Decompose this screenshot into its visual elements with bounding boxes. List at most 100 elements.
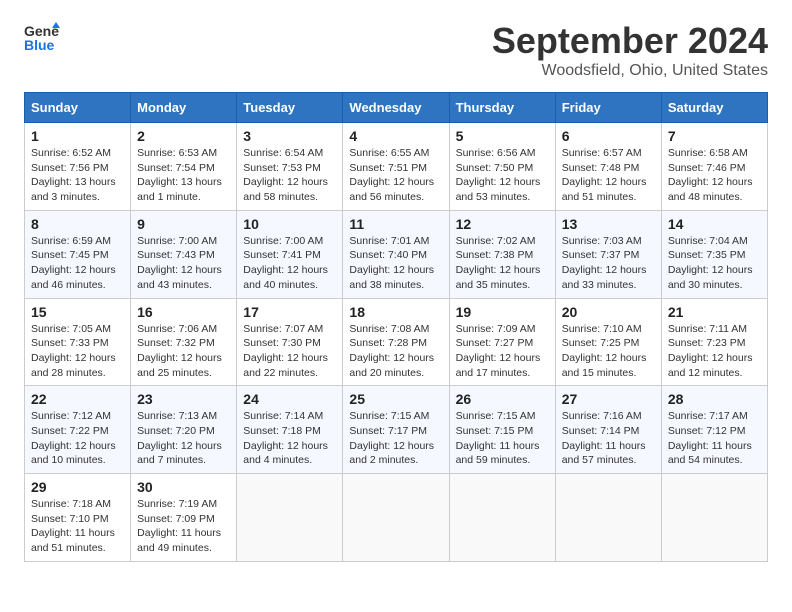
day-number: 8 <box>31 216 124 232</box>
page-header: General Blue September 2024 Woodsfield, … <box>24 20 768 80</box>
day-number: 27 <box>562 391 655 407</box>
logo-icon: General Blue <box>24 20 60 56</box>
day-number: 23 <box>137 391 230 407</box>
calendar-cell: 10 Sunrise: 7:00 AM Sunset: 7:41 PM Dayli… <box>237 210 343 298</box>
calendar-table: SundayMondayTuesdayWednesdayThursdayFrid… <box>24 92 768 562</box>
day-info: Sunrise: 7:00 AM Sunset: 7:41 PM Dayligh… <box>243 234 336 293</box>
day-info: Sunrise: 7:08 AM Sunset: 7:28 PM Dayligh… <box>349 322 442 381</box>
day-number: 3 <box>243 128 336 144</box>
day-info: Sunrise: 6:52 AM Sunset: 7:56 PM Dayligh… <box>31 146 124 205</box>
calendar-cell: 4 Sunrise: 6:55 AM Sunset: 7:51 PM Daylig… <box>343 123 449 211</box>
day-info: Sunrise: 6:57 AM Sunset: 7:48 PM Dayligh… <box>562 146 655 205</box>
day-number: 19 <box>456 304 549 320</box>
day-number: 21 <box>668 304 761 320</box>
day-number: 9 <box>137 216 230 232</box>
calendar-cell: 25Sunrise: 7:15 AM Sunset: 7:17 PM Dayli… <box>343 386 449 474</box>
column-header-sunday: Sunday <box>25 93 131 123</box>
calendar-body: 1 Sunrise: 6:52 AM Sunset: 7:56 PM Daylig… <box>25 123 768 562</box>
location-title: Woodsfield, Ohio, United States <box>492 62 768 80</box>
calendar-cell: 20Sunrise: 7:10 AM Sunset: 7:25 PM Dayli… <box>555 298 661 386</box>
calendar-cell: 15 Sunrise: 7:05 AM Sunset: 7:33 PM Dayli… <box>25 298 131 386</box>
day-number: 18 <box>349 304 442 320</box>
month-title: September 2024 <box>492 20 768 62</box>
day-number: 4 <box>349 128 442 144</box>
day-info: Sunrise: 7:14 AM Sunset: 7:18 PM Dayligh… <box>243 409 336 468</box>
calendar-cell: 16 Sunrise: 7:06 AM Sunset: 7:32 PM Dayli… <box>131 298 237 386</box>
calendar-cell: 14 Sunrise: 7:04 AM Sunset: 7:35 PM Dayli… <box>661 210 767 298</box>
day-info: Sunrise: 6:54 AM Sunset: 7:53 PM Dayligh… <box>243 146 336 205</box>
column-header-tuesday: Tuesday <box>237 93 343 123</box>
calendar-cell <box>237 474 343 562</box>
day-number: 22 <box>31 391 124 407</box>
day-number: 2 <box>137 128 230 144</box>
day-info: Sunrise: 7:11 AM Sunset: 7:23 PM Dayligh… <box>668 322 761 381</box>
day-number: 10 <box>243 216 336 232</box>
day-info: Sunrise: 7:15 AM Sunset: 7:15 PM Dayligh… <box>456 409 549 468</box>
day-number: 1 <box>31 128 124 144</box>
day-info: Sunrise: 7:18 AM Sunset: 7:10 PM Dayligh… <box>31 497 124 556</box>
day-number: 14 <box>668 216 761 232</box>
day-info: Sunrise: 6:59 AM Sunset: 7:45 PM Dayligh… <box>31 234 124 293</box>
calendar-cell: 6 Sunrise: 6:57 AM Sunset: 7:48 PM Daylig… <box>555 123 661 211</box>
column-header-wednesday: Wednesday <box>343 93 449 123</box>
calendar-cell: 29 Sunrise: 7:18 AM Sunset: 7:10 PM Dayli… <box>25 474 131 562</box>
calendar-week-row: 1 Sunrise: 6:52 AM Sunset: 7:56 PM Daylig… <box>25 123 768 211</box>
day-info: Sunrise: 6:58 AM Sunset: 7:46 PM Dayligh… <box>668 146 761 205</box>
day-info: Sunrise: 6:53 AM Sunset: 7:54 PM Dayligh… <box>137 146 230 205</box>
day-number: 24 <box>243 391 336 407</box>
calendar-week-row: 15 Sunrise: 7:05 AM Sunset: 7:33 PM Dayli… <box>25 298 768 386</box>
day-info: Sunrise: 7:12 AM Sunset: 7:22 PM Dayligh… <box>31 409 124 468</box>
day-number: 11 <box>349 216 442 232</box>
day-info: Sunrise: 7:00 AM Sunset: 7:43 PM Dayligh… <box>137 234 230 293</box>
calendar-cell: 3 Sunrise: 6:54 AM Sunset: 7:53 PM Daylig… <box>237 123 343 211</box>
day-number: 30 <box>137 479 230 495</box>
day-number: 26 <box>456 391 549 407</box>
day-number: 20 <box>562 304 655 320</box>
day-info: Sunrise: 7:05 AM Sunset: 7:33 PM Dayligh… <box>31 322 124 381</box>
calendar-header-row: SundayMondayTuesdayWednesdayThursdayFrid… <box>25 93 768 123</box>
title-area: September 2024 Woodsfield, Ohio, United … <box>492 20 768 80</box>
calendar-cell <box>661 474 767 562</box>
calendar-cell: 30 Sunrise: 7:19 AM Sunset: 7:09 PM Dayli… <box>131 474 237 562</box>
calendar-cell: 18 Sunrise: 7:08 AM Sunset: 7:28 PM Dayli… <box>343 298 449 386</box>
calendar-cell: 11 Sunrise: 7:01 AM Sunset: 7:40 PM Dayli… <box>343 210 449 298</box>
day-info: Sunrise: 7:15 AM Sunset: 7:17 PM Dayligh… <box>349 409 442 468</box>
day-info: Sunrise: 7:07 AM Sunset: 7:30 PM Dayligh… <box>243 322 336 381</box>
calendar-cell: 26 Sunrise: 7:15 AM Sunset: 7:15 PM Dayli… <box>449 386 555 474</box>
day-number: 15 <box>31 304 124 320</box>
day-info: Sunrise: 7:13 AM Sunset: 7:20 PM Dayligh… <box>137 409 230 468</box>
calendar-cell: 1 Sunrise: 6:52 AM Sunset: 7:56 PM Daylig… <box>25 123 131 211</box>
day-info: Sunrise: 7:03 AM Sunset: 7:37 PM Dayligh… <box>562 234 655 293</box>
column-header-friday: Friday <box>555 93 661 123</box>
day-info: Sunrise: 7:19 AM Sunset: 7:09 PM Dayligh… <box>137 497 230 556</box>
day-info: Sunrise: 7:01 AM Sunset: 7:40 PM Dayligh… <box>349 234 442 293</box>
day-info: Sunrise: 7:16 AM Sunset: 7:14 PM Dayligh… <box>562 409 655 468</box>
calendar-cell: 23 Sunrise: 7:13 AM Sunset: 7:20 PM Dayli… <box>131 386 237 474</box>
column-header-monday: Monday <box>131 93 237 123</box>
logo: General Blue <box>24 20 60 56</box>
calendar-week-row: 8 Sunrise: 6:59 AM Sunset: 7:45 PM Daylig… <box>25 210 768 298</box>
day-number: 5 <box>456 128 549 144</box>
calendar-cell: 27 Sunrise: 7:16 AM Sunset: 7:14 PM Dayli… <box>555 386 661 474</box>
day-number: 29 <box>31 479 124 495</box>
day-info: Sunrise: 7:09 AM Sunset: 7:27 PM Dayligh… <box>456 322 549 381</box>
day-info: Sunrise: 7:06 AM Sunset: 7:32 PM Dayligh… <box>137 322 230 381</box>
calendar-cell: 12 Sunrise: 7:02 AM Sunset: 7:38 PM Dayli… <box>449 210 555 298</box>
day-number: 6 <box>562 128 655 144</box>
calendar-cell: 7Sunrise: 6:58 AM Sunset: 7:46 PM Daylig… <box>661 123 767 211</box>
calendar-cell: 17Sunrise: 7:07 AM Sunset: 7:30 PM Dayli… <box>237 298 343 386</box>
day-info: Sunrise: 7:04 AM Sunset: 7:35 PM Dayligh… <box>668 234 761 293</box>
calendar-cell <box>449 474 555 562</box>
calendar-cell: 28Sunrise: 7:17 AM Sunset: 7:12 PM Dayli… <box>661 386 767 474</box>
calendar-cell: 5Sunrise: 6:56 AM Sunset: 7:50 PM Daylig… <box>449 123 555 211</box>
day-info: Sunrise: 7:02 AM Sunset: 7:38 PM Dayligh… <box>456 234 549 293</box>
calendar-cell: 24 Sunrise: 7:14 AM Sunset: 7:18 PM Dayli… <box>237 386 343 474</box>
calendar-cell: 13 Sunrise: 7:03 AM Sunset: 7:37 PM Dayli… <box>555 210 661 298</box>
day-info: Sunrise: 6:55 AM Sunset: 7:51 PM Dayligh… <box>349 146 442 205</box>
svg-text:Blue: Blue <box>24 37 55 53</box>
day-number: 13 <box>562 216 655 232</box>
calendar-cell: 2 Sunrise: 6:53 AM Sunset: 7:54 PM Daylig… <box>131 123 237 211</box>
day-number: 12 <box>456 216 549 232</box>
day-number: 16 <box>137 304 230 320</box>
calendar-cell: 22 Sunrise: 7:12 AM Sunset: 7:22 PM Dayli… <box>25 386 131 474</box>
